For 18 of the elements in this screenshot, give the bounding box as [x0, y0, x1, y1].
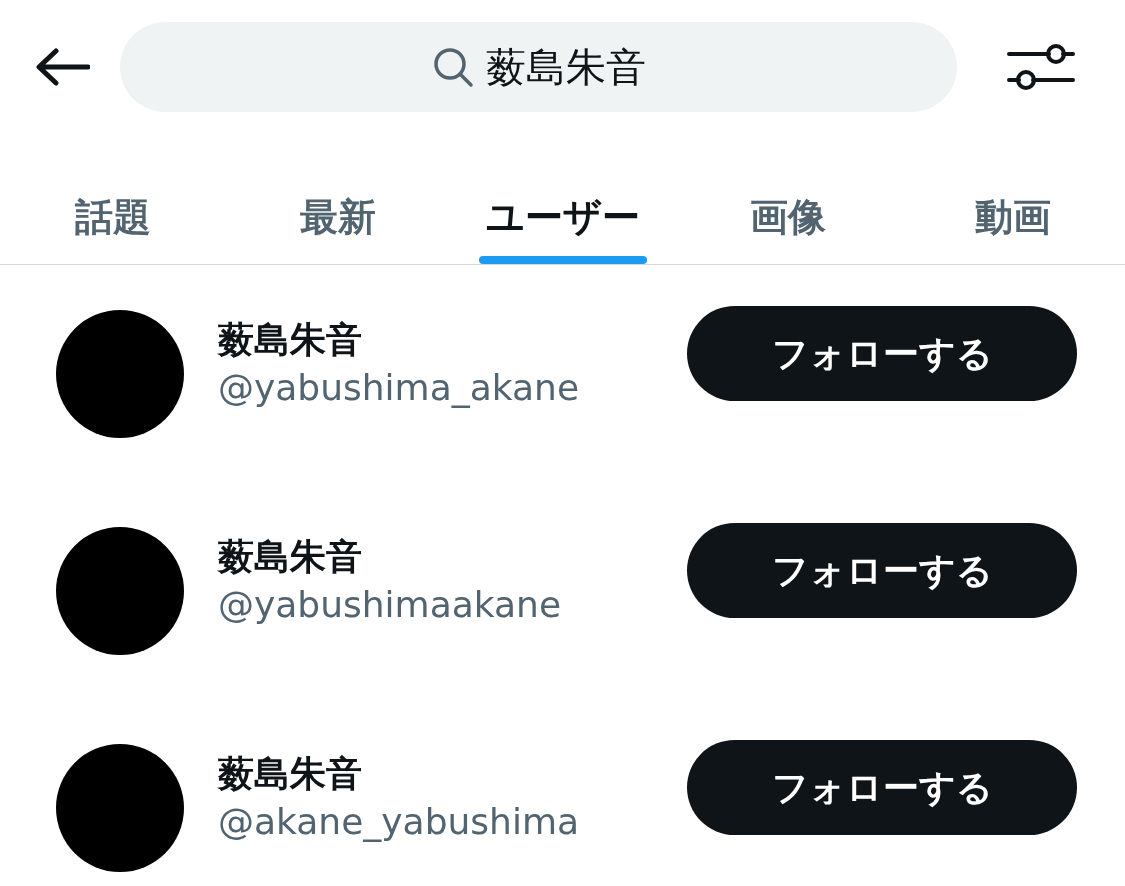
search-icon [431, 46, 474, 88]
follow-button[interactable]: フォローする [687, 306, 1077, 401]
tab[interactable]: 動画 [900, 134, 1125, 264]
user-handle: @yabushima_akane [218, 365, 581, 410]
tab[interactable]: ユーザー [450, 134, 675, 264]
user-handle: @yabushimaakane [218, 582, 563, 627]
follow-button[interactable]: フォローする [687, 740, 1077, 835]
user-handle: @akane_yabushima [218, 799, 581, 844]
search-query: 薮島朱音 [485, 47, 646, 87]
user-name: 薮島朱音 [218, 317, 363, 362]
user-name: 薮島朱音 [218, 534, 363, 579]
tab[interactable]: 画像 [675, 134, 900, 264]
search-field[interactable]: 薮島朱音 [120, 22, 957, 112]
user-name: 薮島朱音 [218, 751, 363, 796]
tab[interactable]: 最新 [225, 134, 450, 264]
tab[interactable]: 話題 [0, 134, 225, 264]
follow-button[interactable]: フォローする [687, 523, 1077, 618]
back-arrow-icon[interactable] [34, 47, 90, 87]
